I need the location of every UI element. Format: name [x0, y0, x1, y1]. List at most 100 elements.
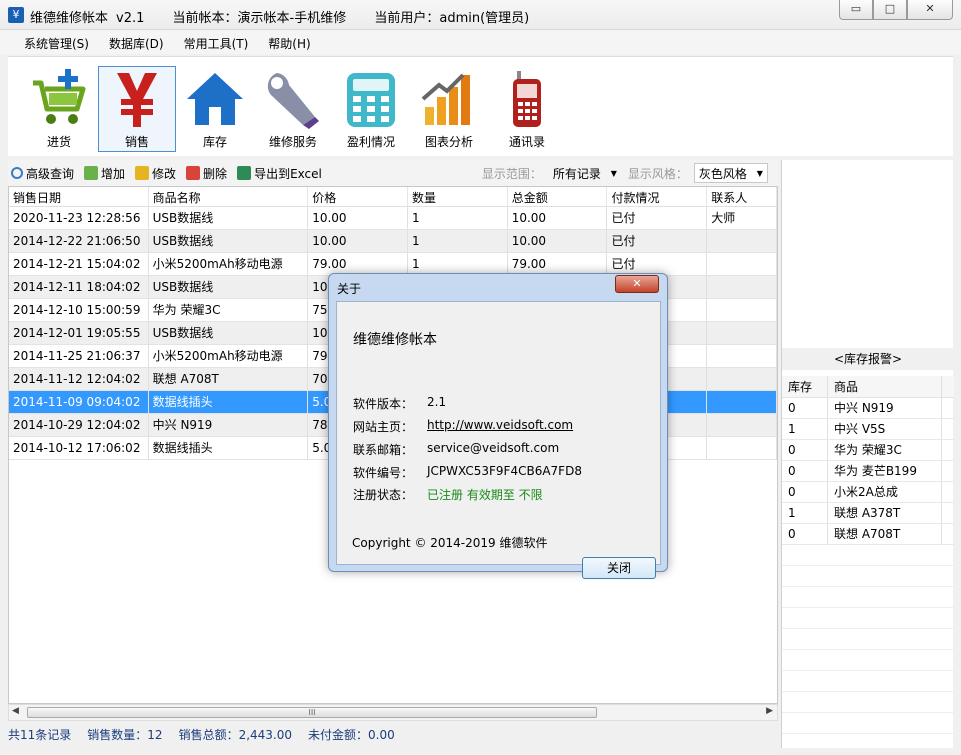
stock-row[interactable]: 1 中兴 V5S [782, 419, 954, 440]
table-cell: 1 [408, 207, 508, 229]
stock-cell: 1 [782, 419, 828, 439]
stock-cell: 联想 A708T [828, 524, 942, 544]
table-cell [707, 299, 778, 321]
edit-icon [135, 166, 150, 180]
grid-toolbar: 高级查询 增加 修改 删除 导出到Excel 显示范围： 所有记录 ▼ 显示风格… [8, 160, 778, 186]
column-header[interactable]: 商品名称 [149, 187, 309, 206]
column-header[interactable]: 数量 [408, 187, 508, 206]
toolbar-label: 库存 [202, 135, 227, 149]
title-bar: ¥ 维德维修帐本 v2.1 当前帐本：演示帐本-手机维修 当前用户：admin(管… [0, 0, 961, 30]
phone-icon [497, 69, 557, 129]
table-cell: 小米5200mAh移动电源 [149, 253, 309, 275]
chevron-down-icon: ▼ [610, 168, 617, 178]
delete-button[interactable]: 删除 [186, 165, 227, 182]
registration-row: 注册状态： 已注册 有效期至 不限 [353, 488, 543, 502]
close-button[interactable]: 关闭 [582, 557, 656, 579]
stock-row[interactable]: 0 联想 A708T [782, 524, 954, 545]
range-select[interactable]: 所有记录 ▼ [548, 163, 622, 183]
stock-header: 库存 商品 [782, 376, 954, 398]
stock-cell: 0 [782, 398, 828, 418]
table-cell: 联想 A708T [149, 368, 309, 390]
stock-row[interactable]: 0 中兴 N919 [782, 398, 954, 419]
style-select[interactable]: 灰色风格 ▼ [693, 163, 768, 183]
website-link[interactable]: http://www.veidsoft.com [427, 418, 573, 435]
menu-tools[interactable]: 常用工具(T) [174, 30, 259, 54]
horizontal-scrollbar[interactable]: ◀ III ▶ [8, 704, 778, 721]
table-cell: 华为 荣耀3C [149, 299, 309, 321]
toolbar-label: 通讯录 [508, 135, 545, 149]
yen-icon [107, 69, 167, 129]
stock-cell: 0 [782, 440, 828, 460]
table-row[interactable]: 2020-11-23 12:28:56 USB数据线 10.00 1 10.00 已付 大师 [9, 207, 778, 230]
stock-cell: 0 [782, 482, 828, 502]
column-header[interactable]: 付款情况 [607, 187, 708, 206]
table-cell: 10.00 [308, 207, 408, 229]
stock-alert-panel: <库存报警> 库存 商品 0 中兴 N919 1 中兴 V5S 0 华为 荣耀3C 0 华为 … [781, 160, 954, 755]
dialog-body: 维德维修帐本 软件版本： 2.1 网站主页： http://www.veidso… [336, 301, 661, 579]
table-cell: 大师 [707, 207, 778, 229]
table-cell: 2020-11-23 12:28:56 [9, 207, 149, 229]
advanced-query-button[interactable]: 高级查询 [11, 165, 74, 182]
toolbar-label: 维修服务 [268, 135, 317, 149]
stock-cell: 0 [782, 524, 828, 544]
scroll-right-icon[interactable]: ▶ [766, 706, 773, 716]
serial-value: JCPWXC53F9F4CB6A7FD8 [427, 464, 582, 478]
toolbar-repair[interactable]: 维修服务 [254, 66, 332, 152]
stock-cell: 1 [782, 503, 828, 523]
table-cell: 1 [408, 230, 508, 252]
excel-icon [237, 166, 252, 180]
dialog-close-icon[interactable]: ✕ [615, 275, 659, 293]
toolbar-sales[interactable]: 销售 [98, 66, 176, 152]
stock-empty-rows [782, 545, 954, 755]
app-icon: ¥ [8, 7, 24, 23]
scroll-thumb[interactable]: III [27, 707, 597, 718]
menu-system[interactable]: 系统管理(S) [14, 30, 99, 54]
toolbar-charts[interactable]: 图表分析 [410, 66, 488, 152]
stock-cell: 华为 麦芒B199 [828, 461, 942, 481]
stock-cell: 华为 荣耀3C [828, 440, 942, 460]
table-cell: 79.00 [508, 253, 608, 275]
menu-help[interactable]: 帮助(H) [258, 30, 320, 54]
column-header[interactable]: 价格 [308, 187, 408, 206]
column-header[interactable]: 销售日期 [9, 187, 149, 206]
table-cell: 数据线插头 [149, 391, 309, 413]
table-cell: 2014-11-09 09:04:02 [9, 391, 149, 413]
table-row[interactable]: 2014-12-22 21:06:50 USB数据线 10.00 1 10.00 已付 [9, 230, 778, 253]
grid-header: 销售日期 商品名称 价格 数量 总金额 付款情况 联系人 [9, 187, 778, 207]
table-cell: 2014-12-11 18:04:02 [9, 276, 149, 298]
minimize-button[interactable]: ▭ [839, 0, 873, 20]
stock-table[interactable]: 库存 商品 0 中兴 N919 1 中兴 V5S 0 华为 荣耀3C 0 华为 麦芒B199 0… [782, 376, 954, 755]
toolbar-profit[interactable]: 盈利情况 [332, 66, 410, 152]
stock-row[interactable]: 1 联想 A378T [782, 503, 954, 524]
stock-cell: 中兴 V5S [828, 419, 942, 439]
add-button[interactable]: 增加 [84, 165, 125, 182]
edit-button[interactable]: 修改 [135, 165, 176, 182]
add-icon [84, 166, 99, 180]
about-dialog: 关于 ✕ 维德维修帐本 软件版本： 2.1 网站主页： http://www.v… [328, 273, 668, 579]
menu-database[interactable]: 数据库(D) [99, 30, 174, 54]
table-cell: 2014-10-29 12:04:02 [9, 414, 149, 436]
current-user: 当前用户：admin(管理员) [374, 11, 530, 26]
stock-row[interactable]: 0 华为 麦芒B199 [782, 461, 954, 482]
table-cell: USB数据线 [149, 322, 309, 344]
stock-row[interactable]: 0 小米2A总成 [782, 482, 954, 503]
style-label: 显示风格： [627, 166, 688, 181]
maximize-button[interactable]: □ [873, 0, 907, 20]
delete-icon [186, 166, 201, 180]
toolbar-inventory[interactable]: 库存 [176, 66, 254, 152]
toolbar-contacts[interactable]: 通讯录 [488, 66, 566, 152]
table-cell [707, 253, 778, 275]
column-header[interactable]: 联系人 [707, 187, 778, 206]
toolbar-purchase[interactable]: 进货 [20, 66, 98, 152]
export-excel-button[interactable]: 导出到Excel [237, 165, 322, 182]
cart-add-icon [29, 69, 89, 129]
table-cell: 79.00 [308, 253, 408, 275]
table-cell: USB数据线 [149, 230, 309, 252]
column-header[interactable]: 总金额 [508, 187, 608, 206]
version-row: 软件版本： 2.1 [353, 395, 447, 411]
scroll-left-icon[interactable]: ◀ [12, 706, 19, 716]
table-cell: 2014-10-12 17:06:02 [9, 437, 149, 459]
table-cell [707, 391, 778, 413]
window-close-button[interactable]: ✕ [907, 0, 953, 20]
stock-row[interactable]: 0 华为 荣耀3C [782, 440, 954, 461]
